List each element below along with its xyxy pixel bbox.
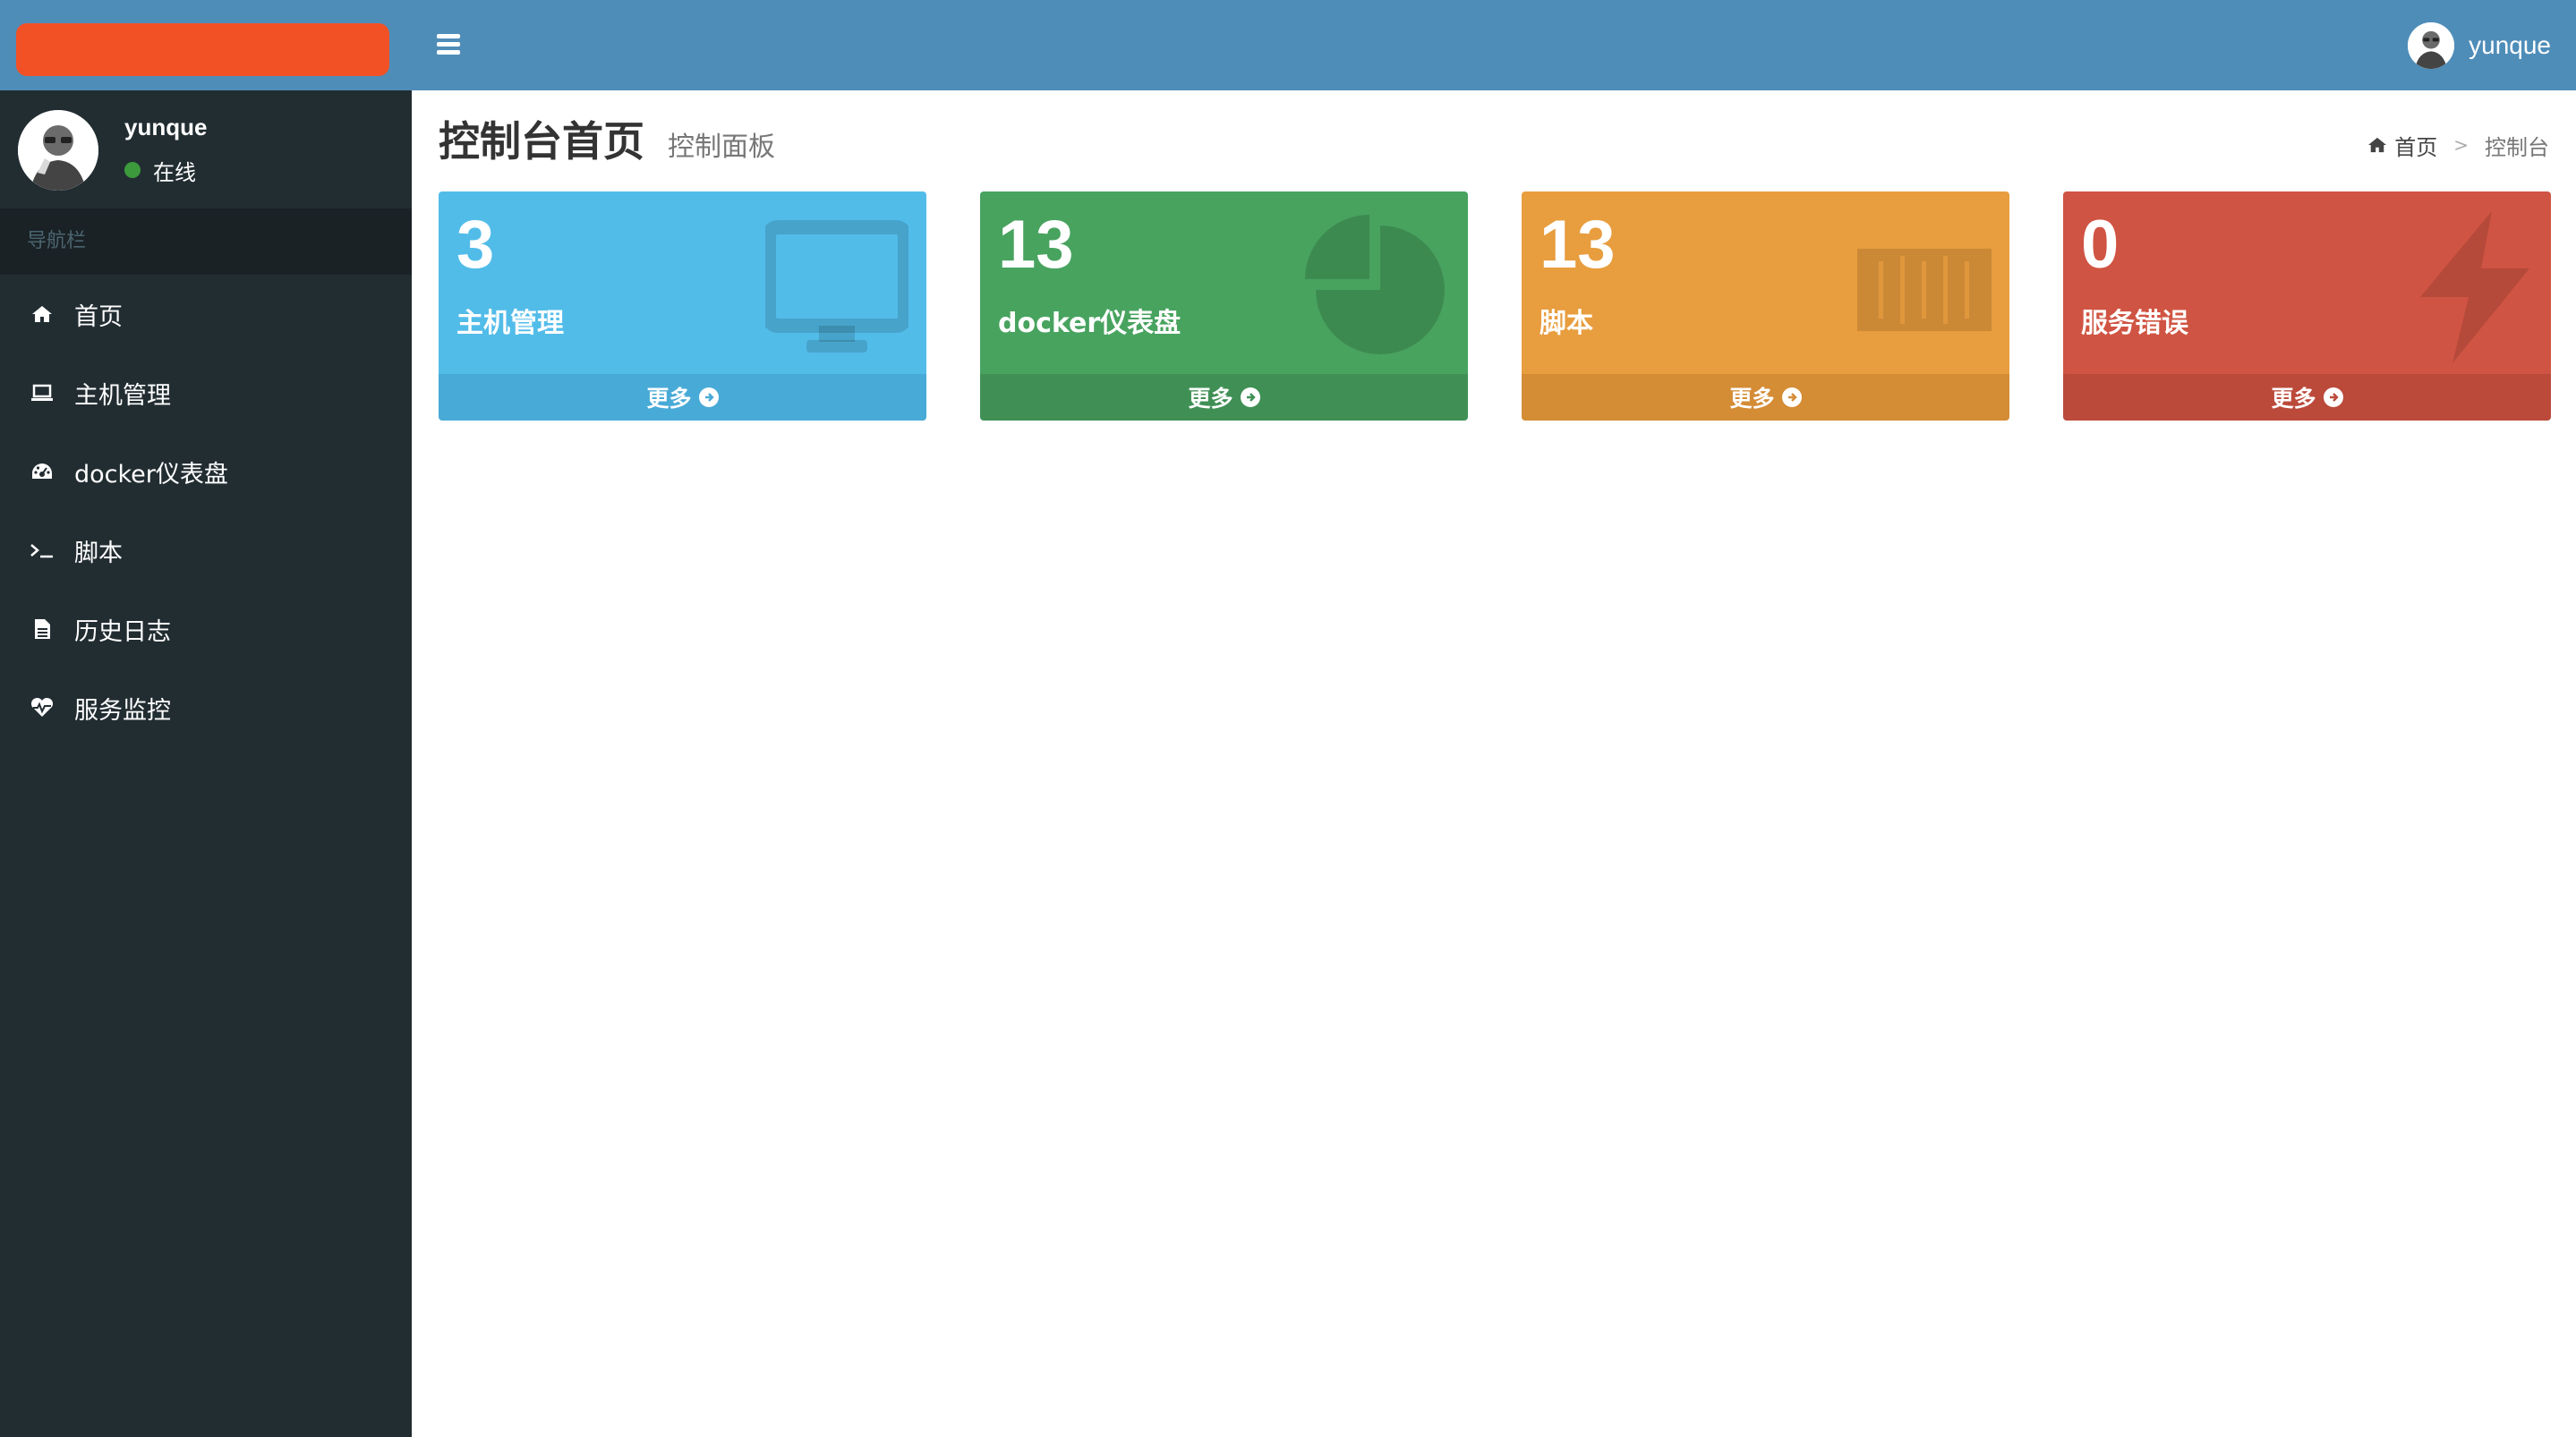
stat-box-hosts: 3 主机管理 更多 [439, 191, 926, 421]
topbar: yunque [412, 0, 2576, 90]
sidebar-item-label: 服务监控 [74, 696, 171, 725]
stat-value: 0 [2081, 207, 2120, 283]
heartbeat-icon [30, 695, 55, 720]
more-link[interactable]: 更多 [980, 374, 1468, 421]
user-name: yunque [124, 114, 208, 140]
user-panel: yunque 在线 [0, 90, 412, 208]
logo[interactable] [16, 23, 389, 76]
breadcrumb-home[interactable]: 首页 [2367, 130, 2437, 161]
user-status-text: 在线 [153, 159, 196, 185]
more-link[interactable]: 更多 [439, 374, 926, 421]
bolt-icon [2420, 211, 2529, 363]
breadcrumb-home-label: 首页 [2394, 134, 2438, 160]
sidebar: yunque 在线 导航栏 首页 主机管理 docker仪表盘 脚本 历史日志 … [0, 0, 412, 1437]
page-title: 控制台首页 [439, 117, 644, 166]
more-label: 更多 [2271, 386, 2316, 412]
nav-header: 导航栏 [0, 208, 412, 275]
sidebar-nav: 首页 主机管理 docker仪表盘 脚本 历史日志 服务监控 [0, 275, 412, 747]
more-label: 更多 [1729, 386, 1775, 412]
sidebar-item-home[interactable]: 首页 [0, 275, 412, 353]
sidebar-item-label: 首页 [74, 302, 123, 331]
stat-label: 主机管理 [456, 308, 564, 339]
home-icon [2368, 137, 2387, 153]
more-label: 更多 [1188, 386, 1233, 412]
sidebar-item-label: 主机管理 [74, 381, 171, 410]
file-icon [30, 616, 55, 642]
page-subtitle: 控制面板 [668, 132, 775, 163]
stat-value: 3 [456, 207, 495, 283]
home-icon [30, 302, 55, 327]
laptop-icon [30, 380, 55, 405]
stat-value: 13 [998, 207, 1074, 283]
sidebar-item-hosts[interactable]: 主机管理 [0, 353, 412, 432]
logo-area [0, 0, 412, 90]
stat-box-body: 13 docker仪表盘 [980, 191, 1468, 374]
pie-chart-icon [1305, 215, 1445, 354]
stat-box-scripts: 13 脚本 更多 [1522, 191, 2009, 421]
breadcrumb-current: 控制台 [2485, 134, 2549, 160]
sidebar-toggle-button[interactable] [437, 34, 460, 55]
sidebar-item-service-monitor[interactable]: 服务监控 [0, 668, 412, 747]
user-status: 在线 [124, 157, 196, 185]
content-header: 控制台首页 控制面板 [439, 109, 775, 172]
user-menu[interactable]: yunque [2408, 21, 2551, 70]
breadcrumb: 首页 > 控制台 [2367, 129, 2549, 161]
menu-icon [437, 50, 460, 55]
arrow-circle-right-icon [1781, 387, 1802, 407]
sidebar-item-docker[interactable]: docker仪表盘 [0, 432, 412, 511]
stat-label: 服务错误 [2081, 308, 2188, 339]
avatar [18, 110, 98, 191]
arrow-circle-right-icon [2323, 387, 2343, 407]
terminal-icon [30, 538, 55, 563]
barcode-icon [1857, 249, 1992, 331]
stat-label: 脚本 [1540, 308, 1593, 339]
sidebar-item-history-logs[interactable]: 历史日志 [0, 590, 412, 668]
arrow-circle-right-icon [1240, 387, 1260, 407]
more-link[interactable]: 更多 [2063, 374, 2551, 421]
dashboard-icon [30, 459, 55, 484]
stat-label: docker仪表盘 [998, 308, 1181, 339]
avatar [2408, 22, 2455, 69]
arrow-circle-right-icon [698, 387, 719, 407]
stat-value: 13 [1540, 207, 1616, 283]
more-label: 更多 [646, 386, 692, 412]
stat-box-body: 0 服务错误 [2063, 191, 2551, 374]
online-status-icon [124, 162, 141, 178]
sidebar-item-label: 历史日志 [74, 617, 171, 646]
sidebar-item-label: 脚本 [74, 539, 123, 567]
menu-icon [437, 42, 460, 47]
stat-box-service-errors: 0 服务错误 更多 [2063, 191, 2551, 421]
sidebar-item-label: docker仪表盘 [74, 460, 228, 489]
menu-icon [437, 34, 460, 38]
stat-box-docker: 13 docker仪表盘 更多 [980, 191, 1468, 421]
desktop-icon [765, 220, 908, 353]
sidebar-item-scripts[interactable]: 脚本 [0, 511, 412, 590]
stat-box-body: 13 脚本 [1522, 191, 2009, 374]
user-name: yunque [2469, 31, 2551, 59]
more-link[interactable]: 更多 [1522, 374, 2009, 421]
stat-box-body: 3 主机管理 [439, 191, 926, 374]
breadcrumb-separator: > [2453, 134, 2469, 156]
